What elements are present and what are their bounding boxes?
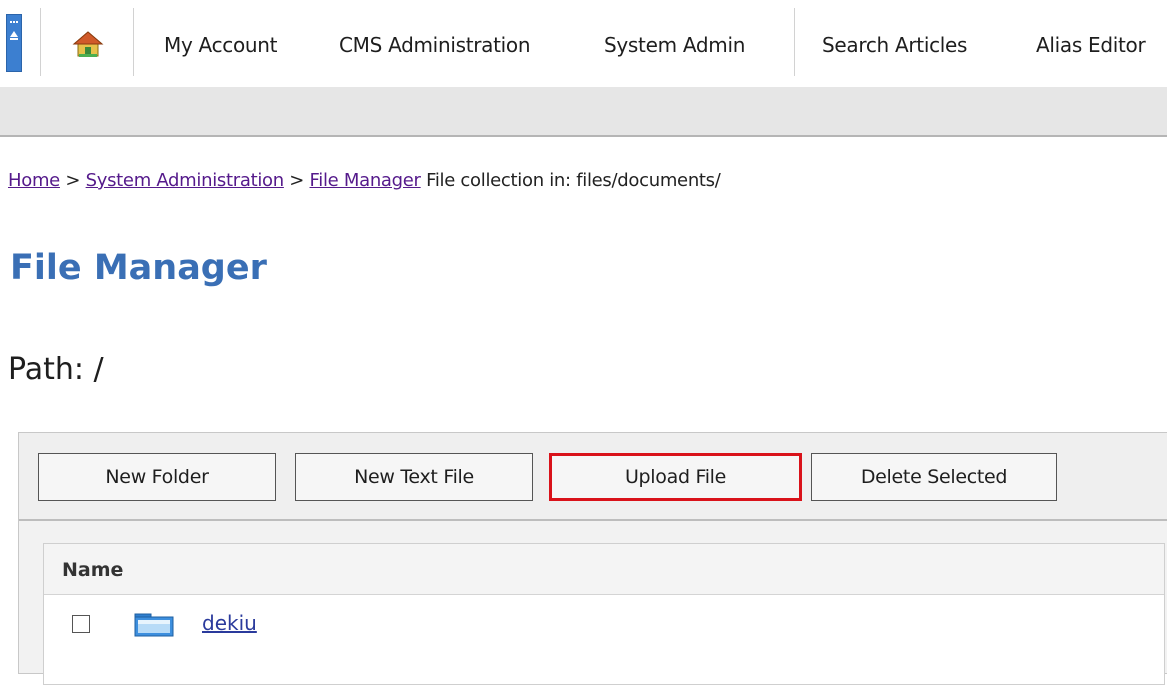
nav-divider — [794, 8, 795, 76]
delete-selected-button[interactable]: Delete Selected — [811, 453, 1057, 501]
breadcrumb-separator: > — [59, 170, 86, 191]
nav-alias-editor[interactable]: Alias Editor — [1036, 33, 1146, 57]
file-manager-panel: New Folder New Text File Upload File Del… — [18, 432, 1167, 685]
nav-system-admin[interactable]: System Admin — [604, 33, 745, 57]
breadcrumb-separator: > — [283, 170, 310, 191]
nav-divider — [40, 8, 41, 76]
collapse-toggle-icon[interactable] — [6, 14, 22, 72]
current-path: Path: / — [8, 352, 104, 387]
nav-divider — [133, 8, 134, 76]
breadcrumb-home-link[interactable]: Home — [8, 170, 60, 191]
nav-search-articles[interactable]: Search Articles — [822, 33, 967, 57]
arrow-up-icon — [10, 31, 18, 37]
top-navigation: My Account CMS Administration System Adm… — [0, 0, 1167, 88]
file-toolbar: New Folder New Text File Upload File Del… — [19, 433, 1167, 521]
nav-cms-administration[interactable]: CMS Administration — [339, 33, 531, 57]
breadcrumb-system-admin-link[interactable]: System Administration — [86, 170, 285, 191]
sub-toolbar — [0, 87, 1167, 137]
breadcrumb-file-manager-link[interactable]: File Manager — [310, 170, 421, 191]
folder-icon — [134, 613, 174, 637]
file-list-header: Name — [44, 544, 1164, 595]
file-link[interactable]: dekiu — [202, 611, 257, 635]
new-text-file-button[interactable]: New Text File — [295, 453, 533, 501]
upload-file-button[interactable]: Upload File — [549, 453, 802, 501]
row-checkbox[interactable] — [72, 615, 90, 633]
breadcrumb-collection-text: File collection in: files/documents/ — [420, 170, 721, 191]
bar-icon — [10, 38, 18, 40]
file-list: Name dekiu — [43, 543, 1165, 685]
breadcrumb: Home > System Administration > File Mana… — [8, 170, 721, 191]
page-title: File Manager — [10, 248, 267, 288]
grip-icon — [10, 21, 18, 23]
home-icon[interactable] — [72, 30, 104, 58]
new-folder-button[interactable]: New Folder — [38, 453, 276, 501]
column-header-name[interactable]: Name — [62, 559, 123, 581]
nav-my-account[interactable]: My Account — [164, 33, 278, 57]
table-row: dekiu — [44, 594, 1164, 637]
